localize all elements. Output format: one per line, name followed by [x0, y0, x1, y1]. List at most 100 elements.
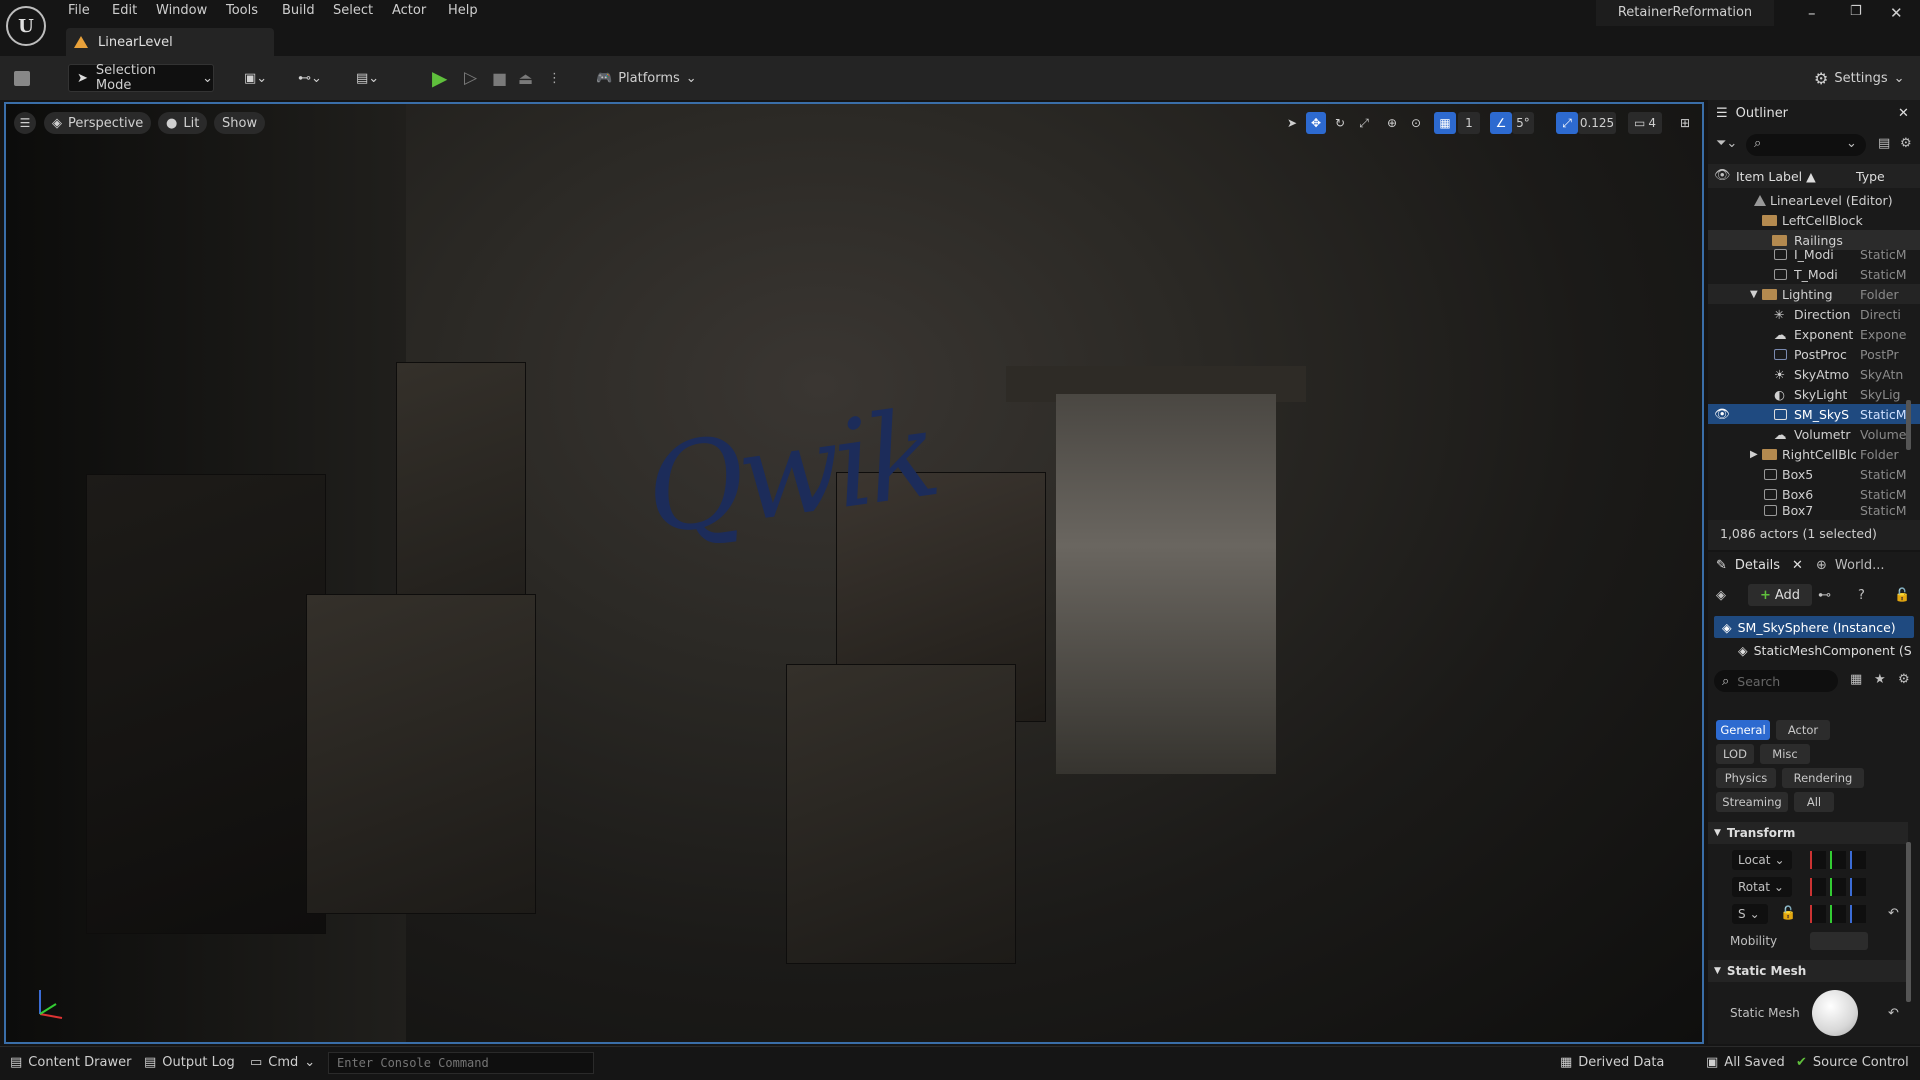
category-rendering[interactable]: Rendering: [1782, 768, 1864, 788]
minimize-button[interactable]: –: [1808, 4, 1816, 22]
category-physics[interactable]: Physics: [1716, 768, 1776, 788]
output-log-button[interactable]: ▤ Output Log: [144, 1055, 235, 1070]
menu-tools[interactable]: Tools: [226, 3, 258, 18]
scale-snap-button[interactable]: ⤢: [1556, 112, 1578, 134]
location-x-field[interactable]: [1810, 851, 1826, 869]
outliner-row[interactable]: PostProc PostPr: [1708, 344, 1920, 364]
selected-actor-row[interactable]: ◈ SM_SkySphere (Instance): [1714, 616, 1914, 638]
perspective-button[interactable]: ◈ Perspective: [44, 112, 152, 134]
add-component-button[interactable]: + Add: [1748, 584, 1812, 606]
outliner-row[interactable]: Box5 StaticM: [1708, 464, 1920, 484]
eye-icon[interactable]: 👁: [1714, 168, 1731, 183]
scale-snap-value[interactable]: 0.125: [1578, 112, 1616, 134]
play-options-button[interactable]: ⋮: [548, 64, 561, 92]
static-mesh-section-header[interactable]: ▼ Static Mesh: [1708, 960, 1908, 982]
settings-dropdown[interactable]: ⚙ Settings ⌄: [1814, 64, 1905, 92]
scale-x-field[interactable]: [1810, 905, 1826, 923]
details-search-input[interactable]: ⌕ Search: [1714, 670, 1838, 692]
outliner-row[interactable]: ☁ Volumetr Volume: [1708, 424, 1920, 444]
blueprints-button[interactable]: ⊷⌄: [298, 64, 334, 92]
selection-mode-dropdown[interactable]: ➤ Selection Mode ⌄: [68, 63, 214, 93]
viewport-menu-button[interactable]: ☰: [14, 112, 36, 134]
cmd-dropdown[interactable]: ▭ Cmd ⌄: [250, 1055, 315, 1070]
category-actor[interactable]: Actor: [1776, 720, 1830, 740]
unreal-logo-icon[interactable]: U: [6, 6, 46, 46]
world-local-button[interactable]: ⊕: [1382, 112, 1402, 134]
outliner-row[interactable]: ▶ RightCellBlc Folder: [1708, 444, 1920, 464]
camera-speed-button[interactable]: ▭ 4: [1628, 112, 1662, 134]
outliner-tab[interactable]: ☰ Outliner ✕: [1708, 100, 1920, 126]
close-icon[interactable]: ✕: [1898, 106, 1909, 121]
component-row[interactable]: ◈ StaticMeshComponent (S: [1738, 640, 1918, 660]
menu-actor[interactable]: Actor: [392, 3, 426, 18]
console-command-input[interactable]: [328, 1052, 594, 1074]
category-streaming[interactable]: Streaming: [1716, 792, 1788, 812]
outliner-search-input[interactable]: ⌕ ⌄: [1746, 134, 1866, 156]
outliner-row[interactable]: LinearLevel (Editor): [1708, 190, 1920, 210]
lock-icon[interactable]: 🔓: [1894, 588, 1910, 603]
star-icon[interactable]: ★: [1874, 672, 1886, 687]
scale-tool-button[interactable]: ⤢: [1354, 112, 1374, 134]
lock-icon[interactable]: 🔓: [1780, 906, 1796, 921]
play-button[interactable]: ▶: [432, 64, 454, 92]
derived-data-button[interactable]: ▦ Derived Data: [1560, 1055, 1664, 1070]
platforms-dropdown[interactable]: 🎮 Platforms ⌄: [596, 64, 697, 92]
outliner-row[interactable]: ▼ Lighting Folder: [1708, 284, 1920, 304]
outliner-row[interactable]: Box6 StaticM: [1708, 484, 1920, 504]
rotate-tool-button[interactable]: ↻: [1330, 112, 1350, 134]
location-dropdown[interactable]: Locat ⌄: [1732, 850, 1792, 870]
eye-icon[interactable]: 👁: [1714, 406, 1730, 422]
outliner-row[interactable]: ◐ SkyLight SkyLig: [1708, 384, 1920, 404]
scale-dropdown[interactable]: S ⌄: [1732, 904, 1768, 924]
blueprint-icon[interactable]: ⊷: [1818, 588, 1831, 603]
menu-select[interactable]: Select: [333, 3, 373, 18]
category-all[interactable]: All: [1794, 792, 1834, 812]
table-view-icon[interactable]: ▦: [1850, 672, 1862, 687]
rotation-z-field[interactable]: [1850, 878, 1866, 896]
world-settings-tab[interactable]: ⊕ World...: [1808, 552, 1908, 578]
col-item-label[interactable]: Item Label ▲: [1736, 169, 1816, 184]
add-folder-icon[interactable]: ▤: [1878, 136, 1890, 151]
location-y-field[interactable]: [1830, 851, 1846, 869]
rotation-snap-button[interactable]: ∠: [1490, 112, 1512, 134]
add-content-button[interactable]: ▣⌄: [244, 64, 280, 92]
restore-button[interactable]: ❐: [1850, 4, 1862, 19]
menu-help[interactable]: Help: [448, 3, 478, 18]
lit-button[interactable]: ● Lit: [158, 112, 208, 134]
level-viewport[interactable]: Qwik ☰ ◈ Perspective ● Lit Show ➤ ✥ ↻ ⤢ …: [4, 102, 1704, 1044]
select-tool-button[interactable]: ➤: [1282, 112, 1302, 134]
gear-icon[interactable]: ⚙: [1900, 136, 1912, 151]
level-tab[interactable]: LinearLevel: [66, 28, 274, 56]
outliner-row[interactable]: ✳ Direction Directi: [1708, 304, 1920, 324]
surface-snap-button[interactable]: ⊙: [1406, 112, 1426, 134]
outliner-row[interactable]: Box7 StaticM: [1708, 504, 1920, 516]
details-scrollbar[interactable]: [1906, 842, 1911, 1002]
outliner-row[interactable]: I_Modi StaticM: [1708, 244, 1920, 264]
menu-file[interactable]: File: [68, 3, 90, 18]
outliner-row[interactable]: ☀ SkyAtmo SkyAtn: [1708, 364, 1920, 384]
translate-tool-button[interactable]: ✥: [1306, 112, 1326, 134]
close-window-button[interactable]: ✕: [1890, 4, 1903, 22]
stop-button[interactable]: ■: [492, 64, 512, 92]
scale-z-field[interactable]: [1850, 905, 1866, 923]
menu-window[interactable]: Window: [156, 3, 207, 18]
transform-section-header[interactable]: ▼ Transform: [1708, 822, 1908, 844]
help-icon[interactable]: ?: [1858, 588, 1865, 603]
mesh-thumbnail[interactable]: [1812, 990, 1858, 1036]
source-control-button[interactable]: ✔ Source Control: [1796, 1055, 1909, 1070]
outliner-scrollbar[interactable]: [1906, 400, 1911, 450]
rotation-dropdown[interactable]: Rotat ⌄: [1732, 877, 1792, 897]
gear-icon[interactable]: ⚙: [1898, 672, 1910, 687]
menu-build[interactable]: Build: [282, 3, 315, 18]
outliner-row[interactable]: T_Modi StaticM: [1708, 264, 1920, 284]
viewport-layout-button[interactable]: ⊞: [1674, 112, 1696, 134]
step-button[interactable]: ▷: [464, 64, 486, 92]
details-tab[interactable]: ✎ Details ✕: [1708, 552, 1808, 578]
reset-arrow-icon[interactable]: ↶: [1888, 906, 1899, 921]
category-lod[interactable]: LOD: [1716, 744, 1754, 764]
eject-button[interactable]: ⏏: [518, 64, 538, 92]
category-misc[interactable]: Misc: [1760, 744, 1810, 764]
outliner-row-selected[interactable]: 👁 SM_SkyS StaticM: [1708, 404, 1920, 424]
outliner-row[interactable]: LeftCellBlock: [1708, 210, 1920, 230]
content-drawer-button[interactable]: ▤ Content Drawer: [10, 1055, 131, 1070]
